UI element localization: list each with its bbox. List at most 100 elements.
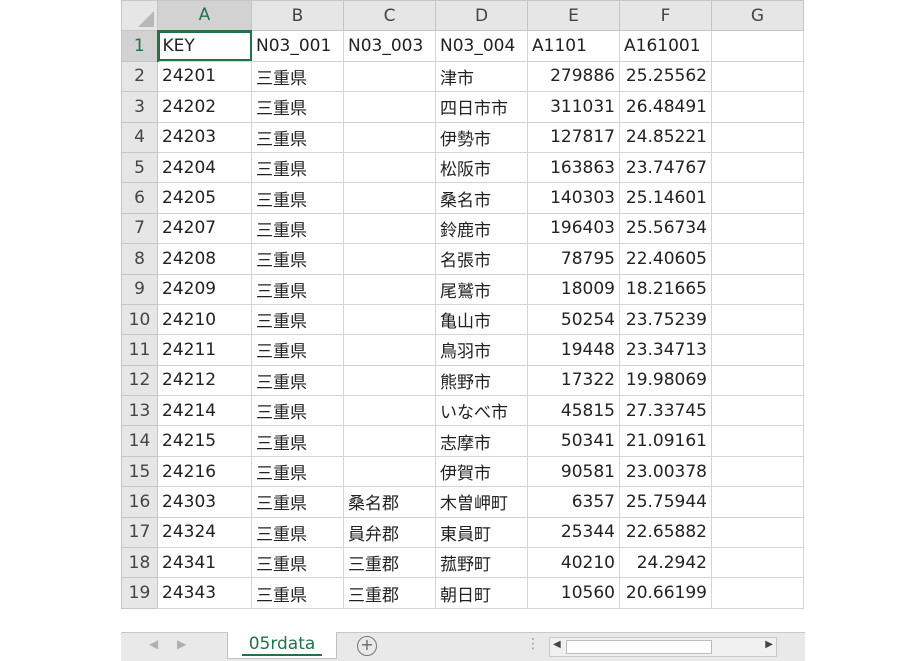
cell-f18[interactable]: 24.2942 <box>619 547 712 579</box>
cell-e15[interactable]: 90581 <box>527 455 620 488</box>
cell-b1[interactable]: N03_001 <box>251 30 344 62</box>
row-header[interactable]: 2 <box>121 60 158 93</box>
cell-d4[interactable]: 伊勢市 <box>435 121 528 153</box>
cell-f6[interactable]: 25.14601 <box>619 182 712 214</box>
cell-a19[interactable]: 24343 <box>157 577 252 609</box>
cell-f13[interactable]: 27.33745 <box>619 395 712 427</box>
scroll-left-icon[interactable]: ◀ <box>553 639 561 650</box>
cell-b14[interactable]: 三重県 <box>251 425 344 457</box>
cell-b12[interactable]: 三重県 <box>251 364 344 397</box>
cell-a7[interactable]: 24207 <box>157 212 252 245</box>
cell-g12[interactable] <box>711 364 804 397</box>
cell-f19[interactable]: 20.66199 <box>619 577 712 609</box>
cell-d5[interactable]: 松阪市 <box>435 151 528 184</box>
cell-b9[interactable]: 三重県 <box>251 273 344 305</box>
cell-e3[interactable]: 311031 <box>527 91 620 123</box>
cell-f2[interactable]: 25.25562 <box>619 60 712 93</box>
row-header[interactable]: 1 <box>121 30 159 62</box>
cell-f11[interactable]: 23.34713 <box>619 334 712 366</box>
cell-g18[interactable] <box>711 547 804 579</box>
cell-c3[interactable] <box>343 91 436 123</box>
cell-f10[interactable]: 23.75239 <box>619 303 712 336</box>
column-header-f[interactable]: F <box>619 0 712 32</box>
cell-c13[interactable] <box>343 395 436 427</box>
row-header[interactable]: 3 <box>121 91 158 123</box>
cell-g1[interactable] <box>711 30 804 62</box>
cell-a18[interactable]: 24341 <box>157 547 252 579</box>
row-header[interactable]: 5 <box>121 151 158 184</box>
cell-g11[interactable] <box>711 334 804 366</box>
cell-f9[interactable]: 18.21665 <box>619 273 712 305</box>
cell-e16[interactable]: 6357 <box>527 486 620 518</box>
cell-e7[interactable]: 196403 <box>527 212 620 245</box>
cell-e19[interactable]: 10560 <box>527 577 620 609</box>
cell-e18[interactable]: 40210 <box>527 547 620 579</box>
row-header[interactable]: 14 <box>121 425 158 457</box>
row-header[interactable]: 15 <box>121 455 158 488</box>
cell-e9[interactable]: 18009 <box>527 273 620 305</box>
cell-e8[interactable]: 78795 <box>527 243 620 275</box>
column-header-b[interactable]: B <box>251 0 344 32</box>
cell-a14[interactable]: 24215 <box>157 425 252 457</box>
plus-circle-icon[interactable]: + <box>357 636 377 656</box>
cell-a16[interactable]: 24303 <box>157 486 252 518</box>
cell-d14[interactable]: 志摩市 <box>435 425 528 457</box>
cell-b16[interactable]: 三重県 <box>251 486 344 518</box>
cell-a13[interactable]: 24214 <box>157 395 252 427</box>
cell-a3[interactable]: 24202 <box>157 91 252 123</box>
cell-c1[interactable]: N03_003 <box>343 30 436 62</box>
cell-f8[interactable]: 22.40605 <box>619 243 712 275</box>
cell-d17[interactable]: 東員町 <box>435 516 528 549</box>
cell-b5[interactable]: 三重県 <box>251 151 344 184</box>
cell-f12[interactable]: 19.98069 <box>619 364 712 397</box>
cell-b2[interactable]: 三重県 <box>251 60 344 93</box>
cell-c8[interactable] <box>343 243 436 275</box>
cell-g9[interactable] <box>711 273 804 305</box>
cell-d15[interactable]: 伊賀市 <box>435 455 528 488</box>
row-header[interactable]: 8 <box>121 243 158 275</box>
cell-g2[interactable] <box>711 60 804 93</box>
cell-g3[interactable] <box>711 91 804 123</box>
cell-g6[interactable] <box>711 182 804 214</box>
cell-f5[interactable]: 23.74767 <box>619 151 712 184</box>
cell-f15[interactable]: 23.00378 <box>619 455 712 488</box>
cell-c5[interactable] <box>343 151 436 184</box>
row-header[interactable]: 9 <box>121 273 158 305</box>
cell-g17[interactable] <box>711 516 804 549</box>
cell-f7[interactable]: 25.56734 <box>619 212 712 245</box>
column-header-d[interactable]: D <box>435 0 528 32</box>
row-header[interactable]: 18 <box>121 547 158 579</box>
cell-c10[interactable] <box>343 303 436 336</box>
cell-c19[interactable]: 三重郡 <box>343 577 436 609</box>
cell-d6[interactable]: 桑名市 <box>435 182 528 214</box>
tab-splitter-icon[interactable]: ⋮ <box>526 636 540 652</box>
cell-a15[interactable]: 24216 <box>157 455 252 488</box>
cell-b18[interactable]: 三重県 <box>251 547 344 579</box>
cell-c6[interactable] <box>343 182 436 214</box>
cell-a5[interactable]: 24204 <box>157 151 252 184</box>
cell-g14[interactable] <box>711 425 804 457</box>
cell-b7[interactable]: 三重県 <box>251 212 344 245</box>
row-header[interactable]: 13 <box>121 395 158 427</box>
horizontal-scrollbar[interactable]: ◀ ▶ <box>549 637 777 657</box>
cell-f1[interactable]: A161001 <box>619 30 712 62</box>
cell-e17[interactable]: 25344 <box>527 516 620 549</box>
cell-g16[interactable] <box>711 486 804 518</box>
cell-a10[interactable]: 24210 <box>157 303 252 336</box>
cell-grid[interactable]: ABCDEFG 1 KEY N03_001 N03_003 N03_004 A1101 A1… <box>121 0 804 609</box>
cell-e6[interactable]: 140303 <box>527 182 620 214</box>
column-header-a[interactable]: A <box>157 0 252 32</box>
cell-b17[interactable]: 三重県 <box>251 516 344 549</box>
cell-d10[interactable]: 亀山市 <box>435 303 528 336</box>
cell-a6[interactable]: 24205 <box>157 182 252 214</box>
cell-c17[interactable]: 員弁郡 <box>343 516 436 549</box>
cell-b19[interactable]: 三重県 <box>251 577 344 609</box>
cell-b10[interactable]: 三重県 <box>251 303 344 336</box>
cell-g19[interactable] <box>711 577 804 609</box>
horizontal-scroll-thumb[interactable] <box>566 640 712 654</box>
cell-g8[interactable] <box>711 243 804 275</box>
cell-b4[interactable]: 三重県 <box>251 121 344 153</box>
cell-b11[interactable]: 三重県 <box>251 334 344 366</box>
cell-b15[interactable]: 三重県 <box>251 455 344 488</box>
row-header[interactable]: 19 <box>121 577 158 609</box>
